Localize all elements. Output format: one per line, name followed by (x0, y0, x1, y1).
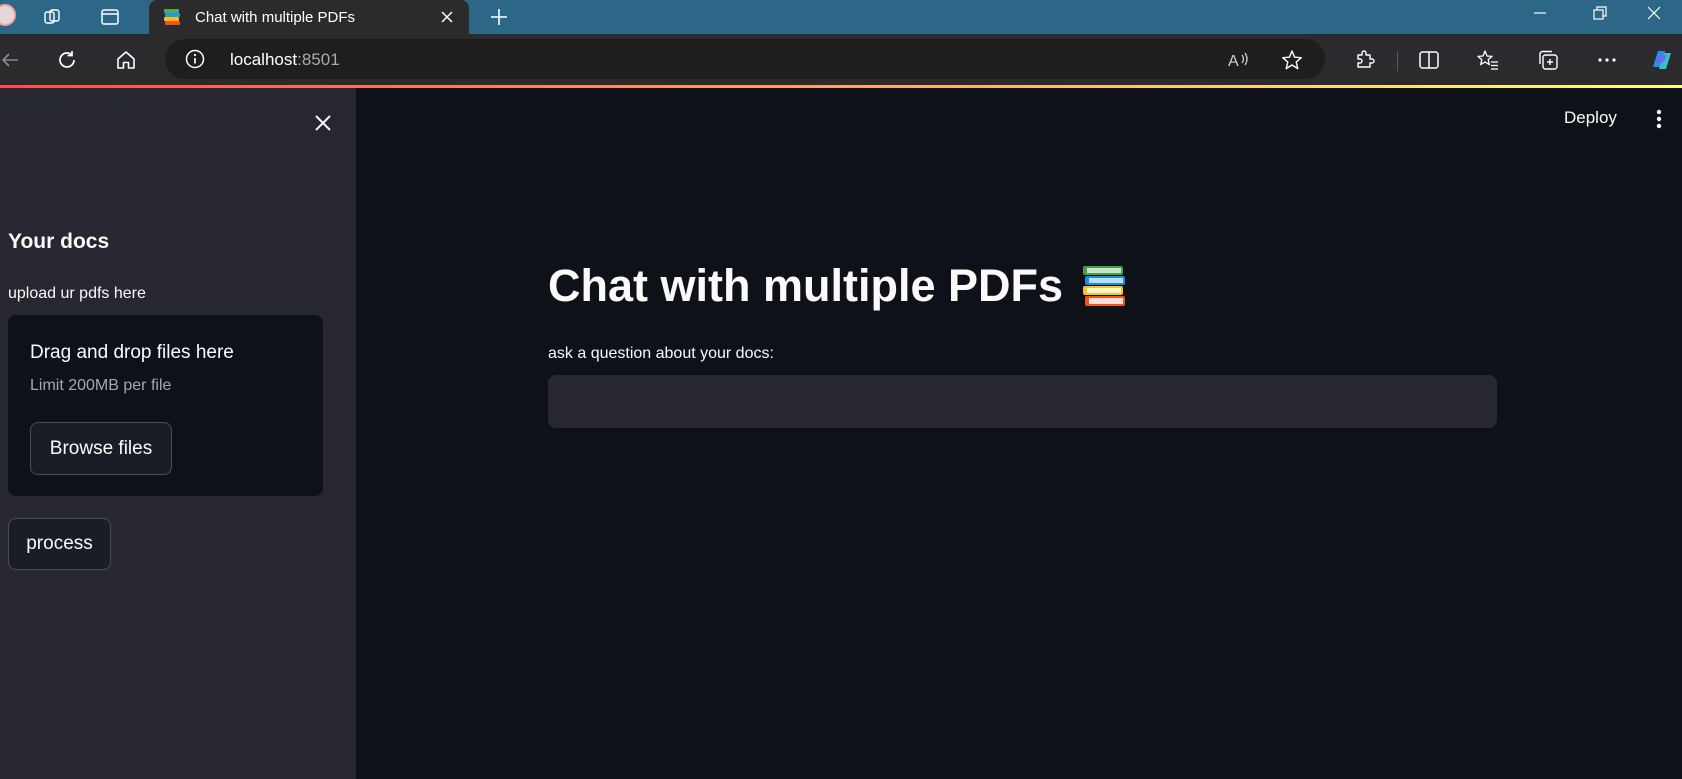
close-sidebar-icon[interactable] (308, 108, 338, 138)
tab-favicon-books-icon (164, 9, 180, 25)
url-text: localhost:8501 (230, 50, 340, 69)
active-tab[interactable]: Chat with multiple PDFs (149, 0, 469, 34)
window-close-icon[interactable] (1626, 0, 1682, 26)
page-title-text: Chat with multiple PDFs (548, 260, 1064, 311)
process-button[interactable]: process (8, 518, 111, 570)
tab-title: Chat with multiple PDFs (195, 9, 356, 26)
home-icon[interactable] (110, 44, 142, 76)
workspaces-icon[interactable] (38, 2, 68, 32)
browser-tab-bar: Chat with multiple PDFs (0, 0, 1682, 34)
new-tab-icon[interactable] (485, 3, 513, 31)
uploader-label: upload ur pdfs here (8, 285, 146, 302)
tab-close-icon[interactable] (437, 7, 457, 27)
sidebar: Your docs upload ur pdfs here Drag and d… (0, 88, 356, 779)
books-icon (1083, 266, 1126, 306)
copilot-icon[interactable] (1646, 44, 1678, 76)
refresh-icon[interactable] (51, 44, 83, 76)
browser-toolbar: localhost:8501 A (0, 34, 1682, 85)
profile-avatar[interactable] (0, 4, 16, 26)
question-label: ask a question about your docs: (548, 345, 774, 362)
tab-actions-icon[interactable] (95, 2, 125, 32)
dropzone-title: Drag and drop files here (30, 342, 234, 363)
favorite-star-icon[interactable] (1278, 46, 1306, 74)
svg-text:A: A (1228, 53, 1239, 70)
read-aloud-icon[interactable]: A (1225, 46, 1253, 74)
deploy-button[interactable]: Deploy (1554, 104, 1627, 132)
address-bar[interactable]: localhost:8501 A (165, 39, 1325, 79)
back-arrow-icon[interactable] (0, 44, 26, 76)
restore-icon[interactable] (1572, 0, 1628, 26)
browse-files-button[interactable]: Browse files (30, 422, 172, 475)
file-dropzone[interactable]: Drag and drop files here Limit 200MB per… (8, 315, 323, 496)
favorites-icon[interactable] (1472, 44, 1504, 76)
toolbar-separator (1397, 51, 1398, 71)
question-input[interactable] (548, 375, 1497, 428)
collections-icon[interactable] (1532, 44, 1564, 76)
dropzone-limit: Limit 200MB per file (30, 377, 172, 394)
more-icon[interactable] (1591, 44, 1623, 76)
split-screen-icon[interactable] (1413, 44, 1445, 76)
site-info-icon[interactable] (185, 49, 205, 69)
main-menu-icon[interactable] (1644, 104, 1674, 134)
minimize-icon[interactable] (1512, 0, 1568, 26)
page-title: Chat with multiple PDFs (548, 260, 1127, 312)
sidebar-title: Your docs (8, 230, 110, 253)
extensions-icon[interactable] (1348, 44, 1380, 76)
